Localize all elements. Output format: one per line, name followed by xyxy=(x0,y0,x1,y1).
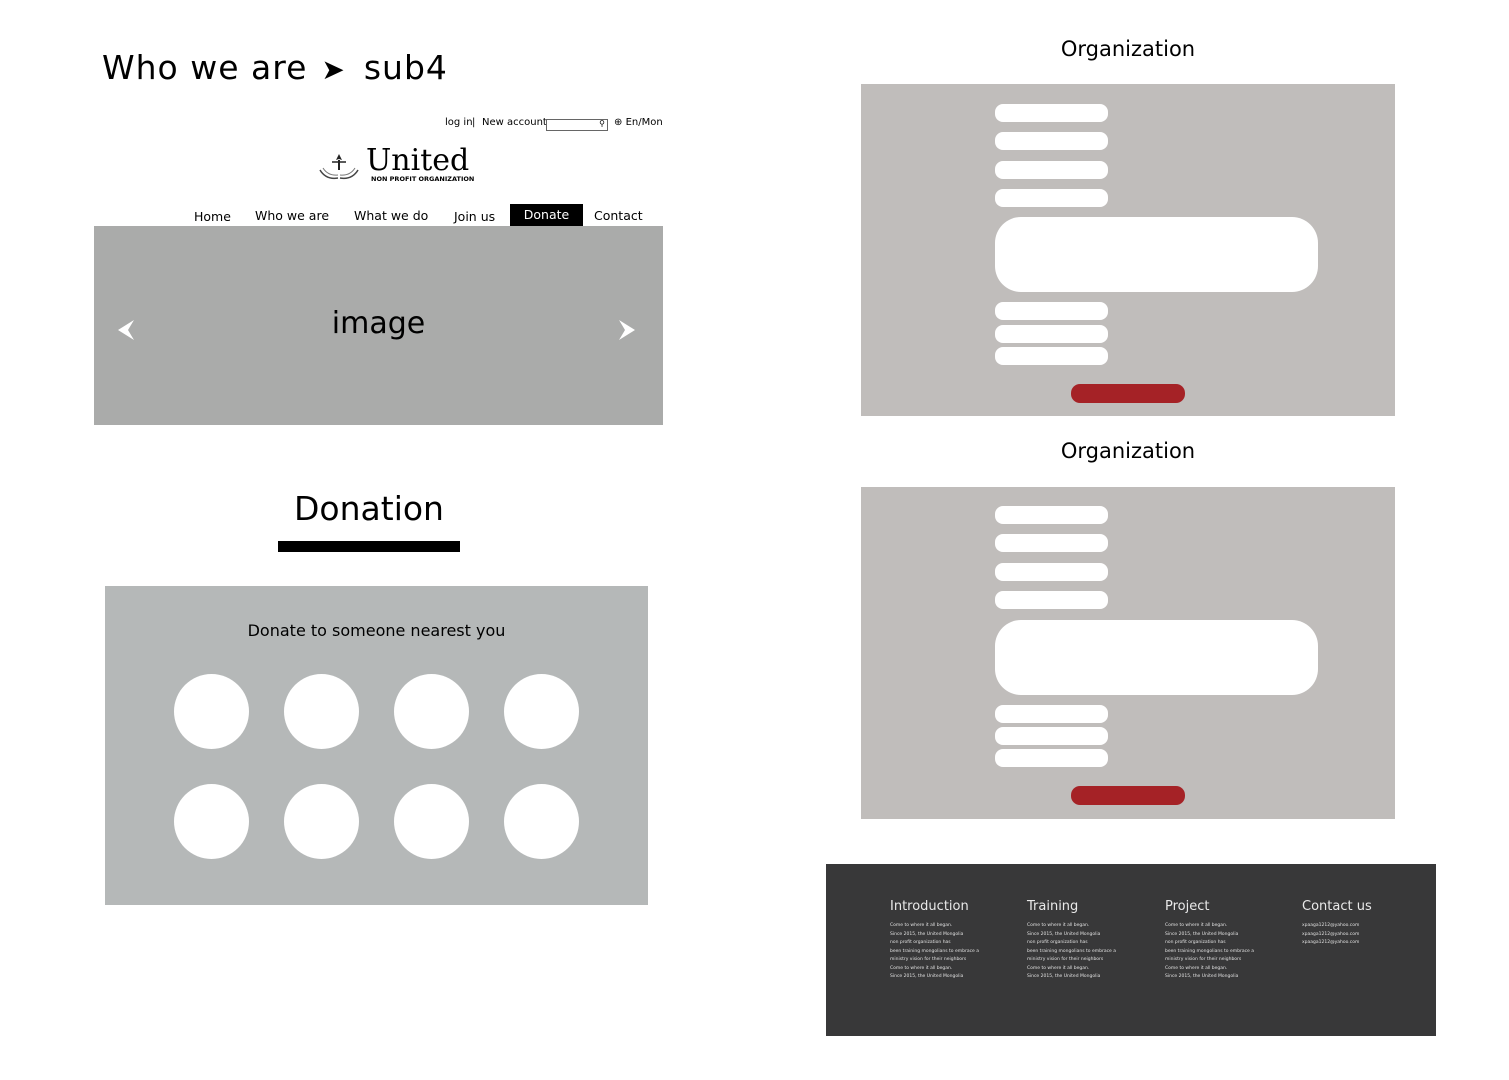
footer-heading[interactable]: Project xyxy=(1165,899,1300,914)
recipient-circle[interactable] xyxy=(504,784,579,859)
recipient-circle[interactable] xyxy=(174,784,249,859)
organization-heading: Organization xyxy=(1060,439,1196,463)
recipient-circle[interactable] xyxy=(394,784,469,859)
footer-text-line: ministry vision for their neighbors xyxy=(1027,957,1104,962)
footer-text-line: Since 2015, the United Mongolia xyxy=(890,974,964,979)
search-icon[interactable]: ⚲ xyxy=(599,119,605,129)
footer-text-line: Come to where it all began. xyxy=(890,923,953,928)
globe-icon: ⊕ xyxy=(614,117,623,128)
logo-name[interactable]: United xyxy=(366,143,469,179)
footer-column-training: Training Come to where it all began. Sin… xyxy=(1027,899,1162,982)
nav-who-we-are[interactable]: Who we are xyxy=(255,208,329,223)
nav-what-we-do[interactable]: What we do xyxy=(354,208,428,223)
page-title-text: Who we are xyxy=(102,48,308,87)
form-field[interactable] xyxy=(995,563,1108,581)
form-field[interactable] xyxy=(995,104,1108,122)
footer-heading[interactable]: Training xyxy=(1027,899,1162,914)
footer-heading[interactable]: Introduction xyxy=(890,899,1025,914)
form-field[interactable] xyxy=(995,705,1108,723)
form-field[interactable] xyxy=(995,591,1108,609)
organization-form xyxy=(861,84,1395,416)
hero-image-placeholder: image xyxy=(331,306,426,341)
organization-heading: Organization xyxy=(1060,37,1196,61)
footer-text-line: Come to where it all began. xyxy=(1165,965,1228,971)
nav-contact[interactable]: Contact xyxy=(594,208,643,223)
logo-tagline: NON PROFIT ORGANIZATION xyxy=(371,175,475,183)
footer-text-line: ministry vision for their neighbors xyxy=(890,957,967,962)
footer-text-line: non profit organization has xyxy=(1027,940,1088,945)
footer-text-line: Since 2015, the United Mongolia xyxy=(1027,931,1101,937)
page-subtitle: sub4 xyxy=(363,48,448,87)
arrow-right-icon: ➤ xyxy=(321,53,346,86)
footer-text-line: been training mongolians to embrace a xyxy=(890,948,980,954)
logo-hands-icon xyxy=(319,154,359,180)
hero-slider: image xyxy=(94,226,663,425)
footer-text-line: Come to where it all began. xyxy=(1027,965,1090,971)
language-label: En/Mon xyxy=(625,117,663,128)
form-textarea[interactable] xyxy=(995,217,1318,292)
form-field[interactable] xyxy=(995,161,1108,179)
footer: Introduction Come to where it all began.… xyxy=(826,864,1436,1036)
recipient-circle[interactable] xyxy=(394,674,469,749)
form-field[interactable] xyxy=(995,727,1108,745)
new-account-link[interactable]: New account xyxy=(482,117,547,128)
footer-text-line: ministry vision for their neighbors xyxy=(1165,957,1242,962)
footer-text-line: been training mongolians to embrace a xyxy=(1165,948,1255,954)
page-title: Who we are ➤ sub4 xyxy=(102,48,448,87)
nav-join-us[interactable]: Join us xyxy=(454,209,495,224)
footer-text-line: been training mongolians to embrace a xyxy=(1027,948,1117,954)
footer-column-project: Project Come to where it all began. Sinc… xyxy=(1165,899,1300,982)
form-field[interactable] xyxy=(995,132,1108,150)
footer-email[interactable]: xpaaga1212@yahoo.com xyxy=(1302,931,1437,940)
topbar-separator: | xyxy=(472,117,476,128)
organization-form xyxy=(861,487,1395,819)
recipient-circle[interactable] xyxy=(284,674,359,749)
footer-text-line: Come to where it all began. xyxy=(890,965,953,971)
login-link[interactable]: log in xyxy=(445,117,473,128)
form-field[interactable] xyxy=(995,189,1108,207)
search-input[interactable]: ⚲ xyxy=(546,119,608,131)
footer-text-line: Since 2015, the United Mongolia xyxy=(1165,931,1239,937)
form-field[interactable] xyxy=(995,534,1108,552)
recipient-circle[interactable] xyxy=(504,674,579,749)
donate-panel: Donate to someone nearest you xyxy=(105,586,648,905)
form-field[interactable] xyxy=(995,302,1108,320)
footer-column-introduction: Introduction Come to where it all began.… xyxy=(890,899,1025,982)
form-field[interactable] xyxy=(995,347,1108,365)
submit-button[interactable] xyxy=(1071,384,1185,403)
footer-text-line: Come to where it all began. xyxy=(1165,923,1228,928)
donation-title: Donation xyxy=(294,489,444,528)
footer-text-line: Since 2015, the United Mongolia xyxy=(890,931,964,937)
footer-email[interactable]: xpaaga1212@yahoo.com xyxy=(1302,939,1437,948)
form-field[interactable] xyxy=(995,749,1108,767)
form-textarea[interactable] xyxy=(995,620,1318,695)
footer-text-line: Come to where it all began. xyxy=(1027,923,1090,928)
form-field[interactable] xyxy=(995,506,1108,524)
footer-email[interactable]: xpaaga1212@yahoo.com xyxy=(1302,922,1437,931)
recipient-circle[interactable] xyxy=(284,784,359,859)
footer-text-line: Since 2015, the United Mongolia xyxy=(1027,974,1101,979)
submit-button[interactable] xyxy=(1071,786,1185,805)
footer-text-line: non profit organization has xyxy=(890,940,951,945)
footer-heading[interactable]: Contact us xyxy=(1302,899,1437,914)
footer-text-line: non profit organization has xyxy=(1165,940,1226,945)
chevron-right-icon[interactable] xyxy=(617,318,639,342)
nav-home[interactable]: Home xyxy=(194,209,231,224)
language-switch[interactable]: ⊕ En/Mon xyxy=(614,117,663,128)
nav-donate[interactable]: Donate xyxy=(510,204,583,226)
footer-column-contact: Contact us xpaaga1212@yahoo.com xpaaga12… xyxy=(1302,899,1437,948)
form-field[interactable] xyxy=(995,325,1108,343)
footer-text-line: Since 2015, the United Mongolia xyxy=(1165,974,1239,979)
donate-panel-heading: Donate to someone nearest you xyxy=(247,621,506,640)
recipient-circle[interactable] xyxy=(174,674,249,749)
donation-underline xyxy=(278,541,460,552)
